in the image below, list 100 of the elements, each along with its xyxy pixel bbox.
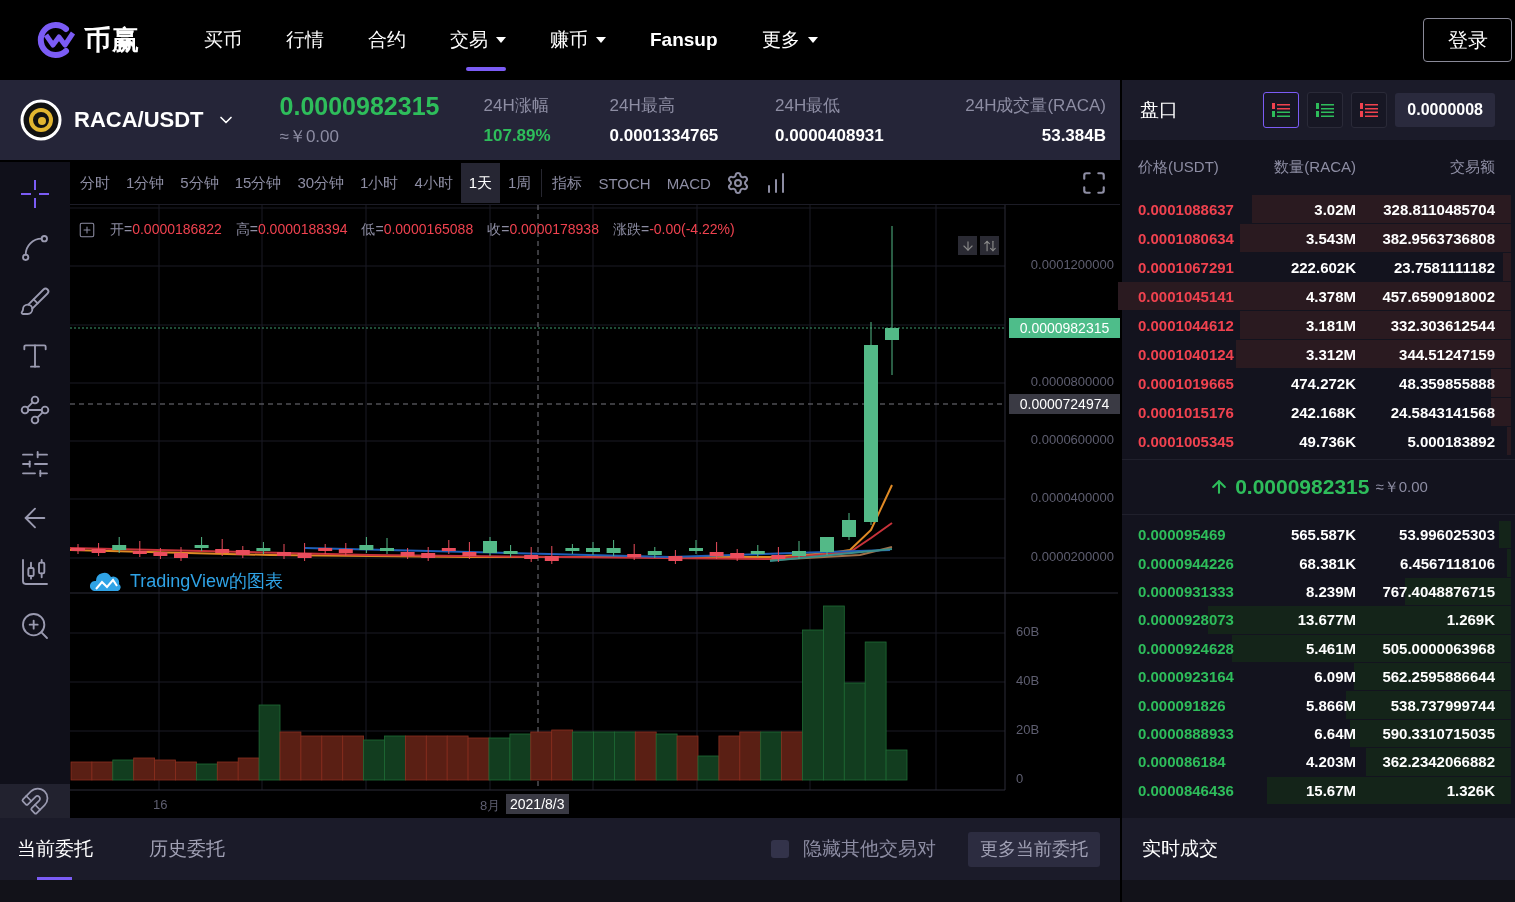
candlestick-icon[interactable]	[19, 556, 51, 588]
interval-tab[interactable]: 15分钟	[226, 163, 290, 203]
order-book-row[interactable]: 0.0001015176 242.168K 24.5843141568	[1122, 398, 1515, 426]
order-book-row[interactable]: 0.0001019665 474.272K 48.359855888	[1122, 369, 1515, 397]
order-book-row[interactable]: 0.0000931333 8.239M 767.4048876715	[1122, 577, 1515, 606]
candle	[338, 542, 353, 557]
price-text: 0.0001040124	[1138, 345, 1235, 363]
magnet-tool-icon[interactable]	[0, 784, 70, 818]
order-book-row[interactable]: 0.0001040124 3.312M 344.51247159	[1122, 340, 1515, 368]
volume-bar	[112, 759, 135, 781]
pair-selector[interactable]: RACA/USDT	[20, 99, 236, 141]
arrow-down-icon[interactable]	[958, 236, 977, 255]
total-text: 1.326K	[1445, 781, 1495, 799]
candle	[483, 536, 497, 557]
order-book-row[interactable]: 0.0001005345 49.736K 5.000183892	[1122, 427, 1515, 455]
checkbox[interactable]	[771, 840, 789, 858]
volume-bar	[467, 737, 490, 781]
total-text: 332.303612544	[1389, 316, 1495, 334]
book-mode-button[interactable]	[1351, 92, 1388, 128]
orders-tab[interactable]: 历史委托	[132, 818, 242, 880]
candle	[565, 543, 580, 555]
price-text: 0.0001067291	[1138, 258, 1235, 276]
amount-text: 13.677M	[1296, 611, 1356, 629]
interval-tab[interactable]: 1小时	[352, 163, 407, 203]
candle	[421, 546, 436, 562]
book-mode-button[interactable]	[1307, 92, 1344, 128]
amount-text: 4.203M	[1304, 753, 1356, 771]
order-book-row[interactable]: 0.0001067291 222.602K 23.7581111182	[1122, 253, 1515, 281]
interval-tab[interactable]: 1分钟	[118, 163, 173, 203]
candle	[503, 544, 518, 558]
order-book-row[interactable]: 0.000091826 5.866M 538.737999744	[1122, 691, 1515, 719]
order-book-row[interactable]: 0.0001045141 4.378M 457.6590918002	[1122, 282, 1515, 310]
order-book-row[interactable]: 0.0001080634 3.543M 382.9563736808	[1122, 224, 1515, 252]
more-orders-button[interactable]: 更多当前委托	[968, 831, 1100, 867]
nav-item[interactable]: 合约	[346, 0, 428, 80]
price-axis-label: 0.0000600000	[1030, 432, 1114, 447]
interval-tab[interactable]: 4小时	[406, 163, 461, 203]
volume-bar	[425, 735, 448, 781]
interval-tab[interactable]: 5分钟	[172, 163, 227, 203]
order-book-row[interactable]: 0.0001088637 3.02M 328.8110485704	[1122, 195, 1515, 223]
price-text: 0.0001019665	[1138, 374, 1235, 392]
price-axis-label: 0.0001200000	[1030, 257, 1114, 272]
candle	[771, 546, 786, 563]
order-book-row[interactable]: 0.000095469 565.587K 53.996025303	[1122, 521, 1515, 549]
indicator-button[interactable]: MACD	[658, 163, 719, 203]
amount-text: 68.381K	[1298, 554, 1356, 572]
order-book-row[interactable]: 0.0000944226 68.381K 6.4567118106	[1122, 549, 1515, 577]
orders-tab[interactable]: 当前委托	[0, 818, 110, 880]
nav-item[interactable]: 赚币	[528, 0, 628, 80]
amount-text: 474.272K	[1289, 374, 1356, 392]
book-mode-button[interactable]	[1263, 92, 1300, 128]
total-text: 344.51247159	[1398, 345, 1495, 363]
crosshair-icon[interactable]	[19, 178, 51, 210]
precision-select[interactable]: 0.0000008	[1395, 93, 1495, 127]
total-text: 48.359855888	[1398, 374, 1495, 392]
candle	[400, 547, 415, 560]
amount-text: 49.736K	[1298, 432, 1356, 450]
nav-item[interactable]: 行情	[264, 0, 346, 80]
pattern-tool-icon[interactable]	[19, 394, 51, 426]
candle	[359, 536, 374, 554]
login-button[interactable]: 登录	[1423, 18, 1512, 62]
volume-bar	[70, 761, 93, 781]
total-text: 382.9563736808	[1381, 229, 1495, 247]
candle	[194, 536, 209, 552]
volume-bar	[405, 735, 427, 781]
curve-tool-icon[interactable]	[19, 232, 51, 264]
nav-item[interactable]: 更多	[739, 0, 840, 80]
stat-label: 24H涨幅	[483, 95, 549, 117]
indicator-button[interactable]: STOCH	[590, 163, 659, 203]
order-book-row[interactable]: 0.0000923164 6.09M 562.2595886644	[1122, 662, 1515, 691]
order-book-row[interactable]: 0.0000888933 6.64M 590.3310715035	[1122, 719, 1515, 748]
interval-tab[interactable]: 1周	[500, 163, 540, 203]
price-text: 0.0001045141	[1138, 287, 1235, 305]
amount-text: 6.64M	[1313, 724, 1356, 742]
expand-legend-icon[interactable]	[78, 221, 96, 239]
mid-price-cny: ≈￥0.00	[1375, 477, 1428, 497]
amount-text: 242.168K	[1289, 403, 1356, 421]
candle	[792, 540, 806, 560]
brush-tool-icon[interactable]	[19, 286, 51, 318]
nav-item[interactable]: 买币	[182, 0, 264, 80]
order-book-row[interactable]: 0.0000924628 5.461M 505.0000063968	[1122, 634, 1515, 662]
indicator-button[interactable]: 指标	[544, 163, 591, 203]
volume-bar	[175, 761, 197, 781]
measure-tool-icon[interactable]	[19, 448, 51, 480]
nav-item[interactable]: 交易	[428, 0, 528, 80]
last-price-tag: 0.0000982315	[1009, 318, 1120, 338]
interval-tab[interactable]: 1天	[460, 163, 501, 203]
order-book-row[interactable]: 0.000086184 4.203M 362.2342066882	[1122, 748, 1515, 776]
order-book-row[interactable]: 0.0000846436 15.67M 1.326K	[1122, 776, 1515, 804]
interval-tab[interactable]: 分时	[72, 163, 118, 203]
volume-bar	[760, 731, 782, 781]
order-book-row[interactable]: 0.0001044612 3.181M 332.303612544	[1122, 311, 1515, 339]
nav-item[interactable]: Fansup	[628, 0, 740, 80]
interval-tab[interactable]: 30分钟	[289, 163, 353, 203]
amount-text: 4.378M	[1304, 287, 1356, 305]
total-text: 505.0000063968	[1381, 639, 1495, 657]
candle	[132, 540, 147, 558]
order-book-row[interactable]: 0.0000928073 13.677M 1.269K	[1122, 606, 1515, 634]
zoom-in-icon[interactable]	[19, 610, 51, 642]
total-text: 5.000183892	[1406, 432, 1495, 450]
